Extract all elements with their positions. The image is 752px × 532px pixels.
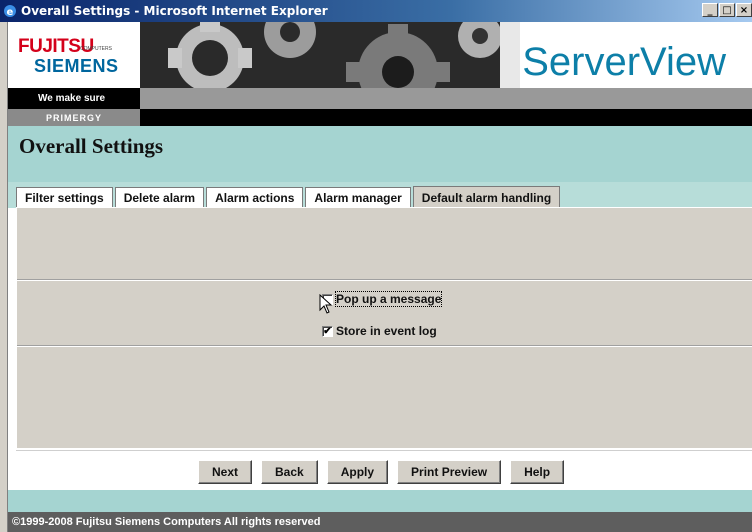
page-title: Overall Settings	[19, 134, 164, 158]
serverview-brand: ServerView	[520, 22, 752, 88]
mouse-pointer-icon	[319, 294, 333, 314]
browser-left-frame	[0, 22, 8, 532]
panel-divider-bottom	[17, 345, 752, 347]
window-title: Overall Settings - Microsoft Internet Ex…	[21, 4, 328, 18]
footer-teal-bar	[8, 490, 752, 512]
tab-default-alarm-handling[interactable]: Default alarm handling	[412, 186, 561, 208]
tab-bar: Filter settings Delete alarm Alarm actio…	[16, 186, 562, 208]
button-bar: Next Back Apply Print Preview Help	[16, 450, 752, 491]
tab-delete-alarm[interactable]: Delete alarm	[114, 187, 205, 208]
store-event-log-label[interactable]: Store in event log	[336, 324, 437, 338]
fujitsu-siemens-logo: FUJITSU COMPUTERS SIEMENS	[8, 22, 140, 88]
next-button[interactable]: Next	[198, 460, 253, 484]
popup-message-label[interactable]: Pop up a message	[334, 291, 443, 307]
store-event-log-option[interactable]: ✔ Store in event log	[322, 324, 437, 338]
product-line-label: PRIMERGY	[8, 109, 140, 126]
copyright-footer: ©1999-2008 Fujitsu Siemens Computers All…	[8, 512, 752, 532]
back-button[interactable]: Back	[261, 460, 318, 484]
header-black-bar	[140, 109, 752, 126]
tab-alarm-manager[interactable]: Alarm manager	[305, 187, 411, 208]
close-button[interactable]: ×	[736, 3, 752, 17]
logo-computers-text: COMPUTERS	[80, 46, 112, 52]
title-area: Overall Settings	[8, 126, 752, 208]
window-controls: _ □ ×	[702, 3, 752, 17]
gears-banner-image	[140, 22, 520, 88]
logo-siemens-text: SIEMENS	[34, 56, 119, 76]
serverview-wordmark: ServerView	[522, 40, 726, 84]
popup-message-option[interactable]: Pop up a message	[322, 291, 443, 307]
minimize-button[interactable]: _	[702, 3, 718, 17]
action-buttons: Next Back Apply Print Preview Help	[198, 460, 565, 484]
svg-text:e: e	[7, 7, 14, 18]
tagline: We make sure	[8, 88, 140, 109]
maximize-button[interactable]: □	[719, 3, 735, 17]
header-gray-bar	[140, 88, 752, 109]
panel-divider-top	[17, 279, 752, 281]
help-button[interactable]: Help	[510, 460, 565, 484]
tab-filter-settings[interactable]: Filter settings	[16, 187, 113, 208]
header-banner: FUJITSU COMPUTERS SIEMENS ServerView	[8, 22, 752, 88]
apply-button[interactable]: Apply	[326, 460, 389, 484]
page: FUJITSU COMPUTERS SIEMENS ServerView We …	[8, 22, 752, 532]
store-event-log-checkbox[interactable]: ✔	[322, 325, 333, 337]
print-preview-button[interactable]: Print Preview	[397, 460, 502, 484]
internet-explorer-icon: e	[4, 5, 16, 18]
tab-panel: Pop up a message ✔ Store in event log	[16, 207, 752, 448]
gears-graphic	[140, 22, 520, 88]
tab-alarm-actions[interactable]: Alarm actions	[206, 187, 304, 208]
window-titlebar: e Overall Settings - Microsoft Internet …	[0, 0, 752, 22]
